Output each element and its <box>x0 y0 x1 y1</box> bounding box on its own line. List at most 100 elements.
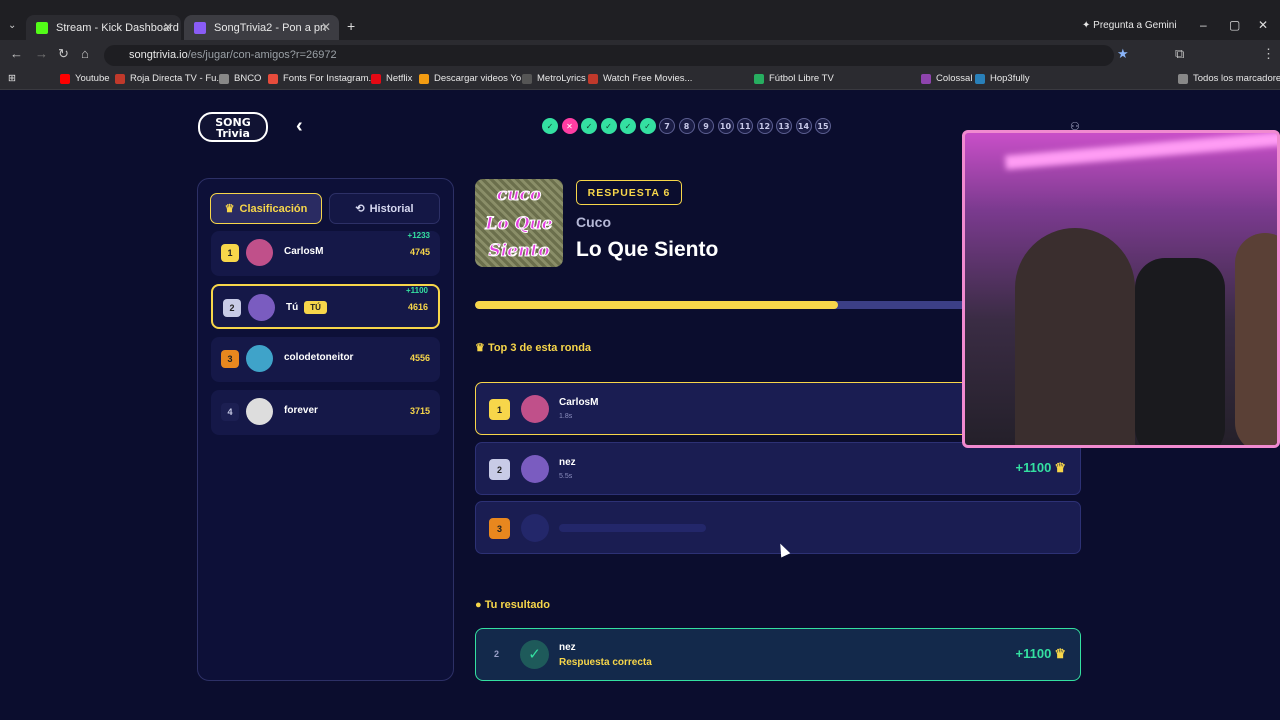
webcam-overlay <box>962 130 1280 448</box>
close-tab-icon[interactable]: ✕ <box>163 20 173 34</box>
rank-badge: 4 <box>221 403 239 421</box>
progress-dot: 9 <box>698 118 714 134</box>
player-name: CarlosM <box>559 397 599 408</box>
result-points: +1100 ♛ <box>1015 646 1066 661</box>
webcam-light-strip <box>1004 133 1277 170</box>
url-field[interactable]: songtrivia.io/es/jugar/con-amigos?r=2697… <box>104 45 1114 66</box>
result-rank: 2 <box>494 649 500 659</box>
answer-time: 5.5s <box>559 473 573 480</box>
rank-badge: 1 <box>221 244 239 262</box>
maximize-icon[interactable]: ▢ <box>1229 18 1240 32</box>
leaderboard-row[interactable]: 2 Tú TÚ +1100 4616 <box>211 284 440 329</box>
all-bookmarks[interactable]: Todos los marcadores <box>1178 73 1280 84</box>
leaderboard-row[interactable]: 3 colodetoneitor 4556 <box>211 337 440 382</box>
avatar <box>248 294 275 321</box>
gemini-label: Pregunta a Gemini <box>1093 20 1177 31</box>
leaderboard-row[interactable]: 4 forever 3715 <box>211 390 440 435</box>
user-icon: ● <box>475 599 482 611</box>
rank-badge: 3 <box>489 518 510 539</box>
leaderboard-row[interactable]: 1 CarlosM +1233 4745 <box>211 231 440 276</box>
your-result-card: 2 ✓ nez Respuesta correcta +1100 ♛ <box>475 628 1081 681</box>
close-tab-icon[interactable]: ✕ <box>321 20 331 34</box>
round-points: +1100 ♛ <box>1015 460 1066 475</box>
menu-icon[interactable]: ⋮ <box>1262 46 1275 62</box>
hop3fully-icon <box>975 73 985 84</box>
bookmark-fonts[interactable]: Fonts For Instagram... <box>268 73 376 84</box>
player-score: 3715 <box>409 406 430 416</box>
bookmarks-bar: ⊞ Youtube Roja Directa TV - Fu... BNCO F… <box>0 70 1280 90</box>
answer-badge: RESPUESTA 6 <box>576 180 682 205</box>
folder-icon <box>219 73 229 84</box>
progress-dot: ✓ <box>581 118 597 134</box>
cover-text: Lo Que <box>485 214 553 235</box>
webcam-person-right <box>1235 233 1277 445</box>
progress-dot: 8 <box>678 118 695 134</box>
tab-search-icon[interactable]: ⌄ <box>8 20 16 31</box>
progress-dot: ✓ <box>620 118 636 134</box>
fonts-icon <box>268 73 278 84</box>
avatar <box>246 398 273 425</box>
close-window-icon[interactable]: ✕ <box>1258 18 1268 32</box>
netflix-icon <box>371 73 381 84</box>
bookmark-netflix[interactable]: Netflix <box>371 73 412 84</box>
webcam-chair <box>1135 258 1225 445</box>
movies-icon <box>588 73 598 84</box>
player-name: nez <box>559 457 576 468</box>
forward-icon[interactable]: → <box>35 46 48 61</box>
crown-icon: ♛ <box>224 203 235 215</box>
gemini-button[interactable]: ✦ Pregunta a Gemini <box>1082 20 1177 31</box>
artist-name: Cuco <box>576 214 611 230</box>
avatar <box>521 455 549 483</box>
progress-dot: 15 <box>815 118 831 134</box>
bookmark-roja-directa[interactable]: Roja Directa TV - Fu... <box>115 73 224 84</box>
bookmark-youtube[interactable]: Youtube <box>60 73 110 84</box>
progress-dot: 7 <box>659 118 675 134</box>
roja-directa-icon <box>115 73 125 84</box>
crown-icon: ♛ <box>1054 460 1066 475</box>
tab-historial[interactable]: ⟲ Historial <box>329 193 440 224</box>
tab-songtrivia[interactable]: SongTrivia2 - Pon a prueba tus ✕ <box>184 15 339 40</box>
rank-badge: 2 <box>223 299 241 317</box>
loading-placeholder <box>559 524 706 532</box>
progress-dot: ✓ <box>542 118 558 134</box>
url-path: /es/jugar/con-amigos?r=26972 <box>187 49 337 61</box>
apps-icon[interactable]: ⊞ <box>8 73 16 84</box>
player-name: colodetoneitor <box>284 352 354 363</box>
result-name: nez <box>559 642 576 653</box>
bookmark-hop3fully[interactable]: Hop3fully <box>975 73 1030 84</box>
minimize-icon[interactable]: – <box>1200 18 1207 32</box>
back-chevron-icon[interactable]: ‹ <box>296 115 303 138</box>
tab-title: Stream - Kick Dashboard <box>56 21 179 34</box>
progress-dot: ✕ <box>561 118 578 134</box>
home-icon[interactable]: ⌂ <box>81 46 89 61</box>
bookmark-bnco[interactable]: BNCO <box>219 73 261 84</box>
tab-clasificacion[interactable]: ♛ Clasificación <box>210 193 322 224</box>
tab-kick-dashboard[interactable]: Stream - Kick Dashboard ✕ <box>26 15 181 40</box>
extensions-icon[interactable]: ⧉ <box>1175 46 1184 62</box>
bookmark-colossal[interactable]: Colossal <box>921 73 972 84</box>
avatar <box>521 514 549 542</box>
player-score: 4745 <box>409 247 430 257</box>
bookmark-futbol-libre[interactable]: Fútbol Libre TV <box>754 73 834 84</box>
progress-dot: 13 <box>776 118 792 134</box>
songtrivia-logo[interactable]: SONG Trivia <box>198 112 268 142</box>
back-icon[interactable]: ← <box>10 46 23 61</box>
browser-tab-strip: ⌄ Stream - Kick Dashboard ✕ SongTrivia2 … <box>0 0 1280 40</box>
score-gain: +1233 <box>407 231 430 240</box>
webcam-person-left <box>1015 228 1135 445</box>
folder-icon <box>1178 73 1188 84</box>
bookmark-star-icon[interactable]: ★ <box>1117 46 1129 62</box>
reload-icon[interactable]: ↻ <box>58 46 69 62</box>
bookmark-descargar[interactable]: Descargar videos Yo... <box>419 73 529 84</box>
youtube-icon <box>60 73 70 84</box>
avatar <box>246 239 273 266</box>
colossal-icon <box>921 73 931 84</box>
progress-dot: 10 <box>717 118 734 134</box>
progress-dot: 11 <box>737 118 753 134</box>
bookmark-metrolyrics[interactable]: MetroLyrics <box>522 73 586 84</box>
bookmark-watch-movies[interactable]: Watch Free Movies... <box>588 73 692 84</box>
player-name: forever <box>284 405 318 416</box>
rank-badge: 3 <box>221 350 239 368</box>
new-tab-icon[interactable]: + <box>347 18 355 34</box>
answer-time: 1.8s <box>559 413 573 420</box>
